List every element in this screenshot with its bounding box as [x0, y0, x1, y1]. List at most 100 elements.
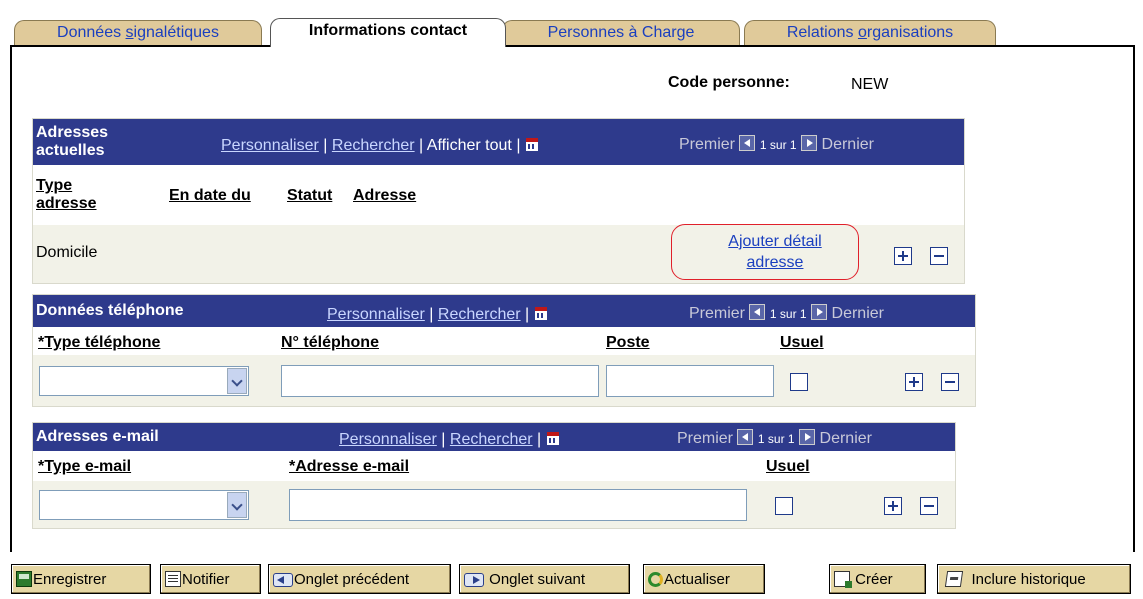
- add-row-button[interactable]: [905, 373, 923, 391]
- notify-button[interactable]: Notifier: [160, 564, 261, 594]
- addresses-grid-header: Adresses actuelles Personnaliser | Reche…: [33, 119, 964, 165]
- premier-label: Premier: [679, 136, 736, 153]
- previous-tab-button[interactable]: Onglet précédent: [268, 564, 451, 594]
- spreadsheet-icon[interactable]: [533, 306, 548, 321]
- create-button[interactable]: Créer: [829, 564, 926, 594]
- tab-label: Données: [57, 24, 126, 41]
- delete-row-button[interactable]: [941, 373, 959, 391]
- email-grid-header: Adresses e-mail Personnaliser | Recherch…: [33, 423, 955, 451]
- add-row-button[interactable]: [884, 497, 902, 515]
- next-row-icon[interactable]: [811, 304, 828, 320]
- separator: |: [419, 137, 424, 154]
- arrow-right-icon: [464, 573, 484, 587]
- tab-label: ignalétiques: [133, 24, 219, 41]
- next-row-icon[interactable]: [801, 135, 818, 151]
- add-row-button[interactable]: [894, 247, 912, 265]
- notify-label: Notifier: [182, 571, 230, 588]
- personnaliser-link[interactable]: Personnaliser: [327, 306, 425, 323]
- personnaliser-link[interactable]: Personnaliser: [339, 431, 437, 448]
- separator: |: [429, 306, 434, 323]
- delete-row-button[interactable]: [930, 247, 948, 265]
- refresh-icon: [648, 572, 663, 587]
- phone-usual-checkbox[interactable]: [790, 373, 808, 391]
- tab-relations-organisations[interactable]: Relations organisations: [744, 20, 996, 46]
- tab-label: Relations: [786, 24, 858, 41]
- phone-number-input[interactable]: [281, 365, 599, 397]
- rechercher-link[interactable]: Rechercher: [438, 306, 521, 323]
- tab-label-accesskey: s: [125, 24, 134, 41]
- col-adresse-email[interactable]: *Adresse e-mail: [289, 458, 409, 476]
- dernier-label: Dernier: [821, 136, 874, 153]
- tab-label: rganisations: [866, 24, 954, 41]
- email-header-row: [33, 451, 955, 481]
- refresh-label: Actualiser: [664, 571, 730, 588]
- col-usuel[interactable]: Usuel: [766, 458, 810, 476]
- col-usuel[interactable]: Usuel: [780, 334, 824, 352]
- tab-label-accesskey: o: [857, 24, 867, 41]
- next-tab-button[interactable]: Onglet suivant: [459, 564, 630, 594]
- addresses-grid-tools: Personnaliser | Rechercher | Afficher to…: [221, 137, 539, 155]
- email-type-select[interactable]: [39, 490, 249, 520]
- previous-row-icon[interactable]: [739, 135, 756, 151]
- row-counter: 1 sur 1: [759, 138, 797, 152]
- dernier-label: Dernier: [819, 430, 872, 447]
- delete-row-button[interactable]: [920, 497, 938, 515]
- rechercher-link[interactable]: Rechercher: [332, 137, 415, 154]
- col-type-email[interactable]: *Type e-mail: [38, 458, 131, 476]
- previous-row-icon[interactable]: [749, 304, 766, 320]
- email-grid: Adresses e-mail Personnaliser | Recherch…: [32, 422, 956, 529]
- next-row-icon[interactable]: [799, 429, 816, 445]
- col-en-date-du[interactable]: En date du: [169, 187, 251, 205]
- rechercher-link[interactable]: Rechercher: [450, 431, 533, 448]
- notify-icon: [165, 571, 181, 587]
- addresses-grid: Adresses actuelles Personnaliser | Reche…: [32, 118, 965, 284]
- save-button[interactable]: Enregistrer: [11, 564, 151, 594]
- tab-personnes-a-charge[interactable]: Personnes à Charge: [502, 20, 740, 46]
- refresh-button[interactable]: Actualiser: [643, 564, 765, 594]
- col-type-adresse-line2: adresse: [36, 195, 97, 212]
- afficher-tout-link[interactable]: Afficher tout: [427, 137, 512, 154]
- separator: |: [441, 431, 446, 448]
- dernier-label: Dernier: [831, 305, 884, 322]
- col-statut[interactable]: Statut: [287, 187, 332, 205]
- email-address-input[interactable]: [289, 489, 747, 521]
- include-history-button[interactable]: Inclure historique: [937, 564, 1131, 594]
- col-type-adresse[interactable]: Type adresse: [36, 177, 97, 213]
- tab-bar: Données signalétiques Informations conta…: [10, 18, 1135, 47]
- col-adresse[interactable]: Adresse: [353, 187, 416, 205]
- save-label: Enregistrer: [33, 571, 107, 588]
- chevron-down-icon[interactable]: [227, 368, 247, 394]
- col-type-telephone[interactable]: *Type téléphone: [38, 334, 160, 352]
- previous-tab-label: Onglet précédent: [294, 571, 410, 588]
- email-usual-checkbox[interactable]: [775, 497, 793, 515]
- phone-title: Données téléphone: [36, 302, 184, 319]
- row-counter: 1 sur 1: [757, 432, 795, 446]
- add-address-detail-line2: adresse: [746, 254, 804, 271]
- spreadsheet-icon[interactable]: [524, 137, 539, 152]
- arrow-left-icon: [273, 573, 293, 587]
- phone-type-select[interactable]: [39, 366, 249, 396]
- add-address-detail-link[interactable]: Ajouter détail adresse: [715, 231, 835, 273]
- previous-row-icon[interactable]: [737, 429, 754, 445]
- personnaliser-link[interactable]: Personnaliser: [221, 137, 319, 154]
- col-type-adresse-line1: Type: [36, 177, 73, 194]
- create-icon: [834, 571, 852, 588]
- addresses-title-line2: actuelles: [36, 142, 105, 159]
- tab-label: Personnes à Charge: [547, 24, 695, 41]
- phone-extension-input[interactable]: [606, 365, 774, 397]
- col-numero-telephone[interactable]: N° téléphone: [281, 334, 379, 352]
- spreadsheet-icon[interactable]: [545, 431, 560, 446]
- addresses-title: Adresses actuelles: [36, 124, 108, 160]
- tab-label: Informations contact: [308, 22, 468, 39]
- separator: |: [537, 431, 542, 448]
- separator: |: [525, 306, 530, 323]
- email-grid-nav: Premier 1 sur 1 Dernier: [677, 429, 872, 448]
- chevron-down-icon[interactable]: [227, 492, 247, 518]
- tab-donnees-signaletiques[interactable]: Données signalétiques: [14, 20, 262, 46]
- tab-informations-contact[interactable]: Informations contact: [270, 18, 506, 47]
- phone-grid-tools: Personnaliser | Rechercher |: [327, 306, 548, 324]
- col-poste[interactable]: Poste: [606, 334, 650, 352]
- premier-label: Premier: [689, 305, 746, 322]
- phone-grid-nav: Premier 1 sur 1 Dernier: [689, 304, 884, 323]
- row-counter: 1 sur 1: [769, 307, 807, 321]
